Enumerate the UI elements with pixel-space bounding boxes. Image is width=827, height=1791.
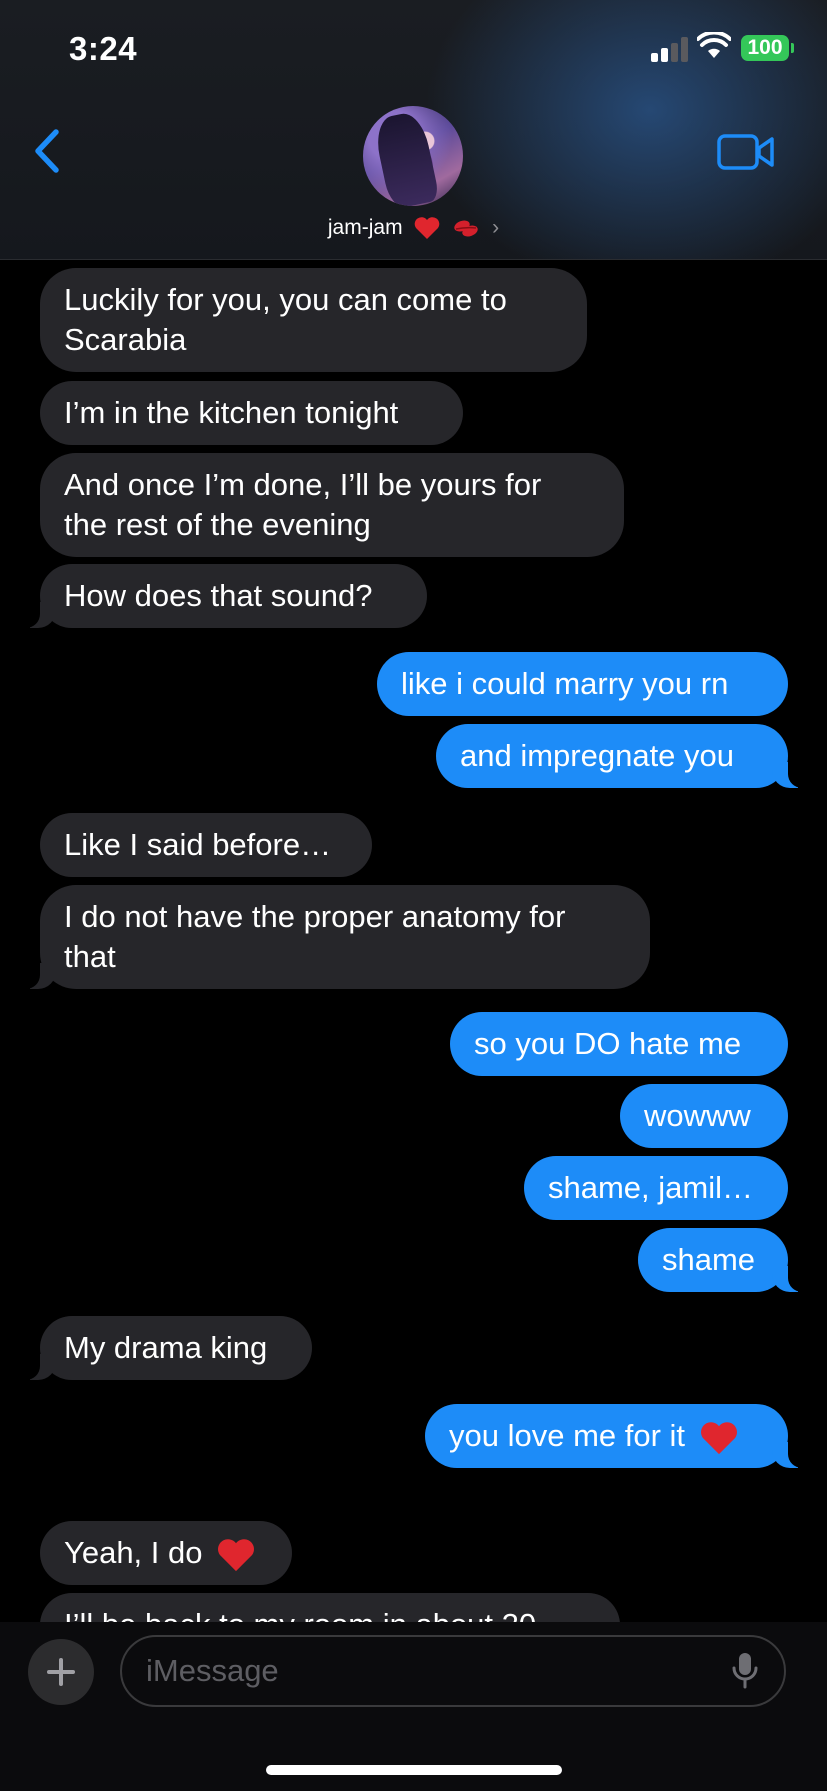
message-bubble-incoming[interactable]: Luckily for you, you can come to Scarabi… xyxy=(40,268,587,372)
message-line: shame xyxy=(662,1242,756,1277)
message-bubble-incoming[interactable]: How does that sound? xyxy=(18,564,427,628)
message-bubble-incoming[interactable]: And once I’m done, I’ll be yours for the… xyxy=(40,453,624,557)
message-line: My drama king xyxy=(64,1330,268,1365)
message-line: Yeah, I do xyxy=(64,1533,268,1573)
message-bubble-outgoing[interactable]: like i could marry you rn xyxy=(377,652,788,716)
message-line: And once I’m done, I’ll be yours for xyxy=(64,467,542,502)
message-text: Yeah, I do xyxy=(64,1535,203,1570)
message-bubble-incoming[interactable]: I’m in the kitchen tonight xyxy=(40,381,463,445)
contact-name: jam-jam xyxy=(327,216,403,239)
message-line: How does that sound? xyxy=(64,578,373,613)
avatar-hair xyxy=(371,109,441,206)
heart-emoji-icon xyxy=(218,1539,255,1571)
message-bubble-incoming[interactable]: Like I said before… xyxy=(40,813,372,877)
message-line: that xyxy=(64,939,116,974)
back-chevron-icon[interactable] xyxy=(28,126,68,176)
battery-tip xyxy=(791,43,794,53)
message-bubble-outgoing[interactable]: so you DO hate me xyxy=(450,1012,788,1076)
message-text: you love me for it xyxy=(449,1418,686,1453)
imessage-input[interactable]: iMessage xyxy=(120,1635,786,1707)
message-line: wowww xyxy=(644,1098,751,1133)
message-line: I’m in the kitchen tonight xyxy=(64,395,399,430)
plus-icon[interactable] xyxy=(28,1639,94,1705)
message-line: and impregnate you xyxy=(460,738,735,773)
message-bubble-outgoing[interactable]: wowww xyxy=(620,1084,788,1148)
heart-emoji-icon xyxy=(415,217,440,240)
message-bubble-outgoing[interactable]: and impregnate you xyxy=(436,724,810,788)
message-bubble-outgoing[interactable]: shame, jamil… xyxy=(524,1156,788,1220)
message-line: Like I said before… xyxy=(64,827,332,862)
contact-name-button[interactable]: jam-jam › xyxy=(0,216,827,240)
message-line: you love me for it xyxy=(449,1416,764,1456)
message-line: so you DO hate me xyxy=(474,1026,742,1061)
battery-indicator: 100 xyxy=(741,35,789,61)
message-line: shame, jamil… xyxy=(548,1170,753,1205)
kiss-mark-emoji-icon xyxy=(454,221,478,237)
microphone-icon[interactable] xyxy=(732,1652,758,1690)
message-bubble-outgoing[interactable]: you love me for it xyxy=(425,1404,810,1468)
message-line: Luckily for you, you can come to xyxy=(64,282,507,317)
video-call-icon[interactable] xyxy=(717,133,775,171)
status-time: 3:24 xyxy=(69,30,138,67)
message-bubble-outgoing[interactable]: shame xyxy=(638,1228,810,1292)
chevron-right-icon: › xyxy=(492,216,500,239)
message-bubble-incoming[interactable]: I do not have the proper anatomy for tha… xyxy=(18,885,650,989)
conversation-header: 3:24 100 jam-jam › xyxy=(0,0,827,260)
message-bubble-incoming[interactable]: My drama king xyxy=(18,1316,312,1380)
message-bubble-incoming[interactable]: Yeah, I do xyxy=(40,1521,292,1585)
heart-emoji-icon xyxy=(700,1422,737,1454)
contact-avatar[interactable] xyxy=(363,106,463,206)
message-line: the rest of the evening xyxy=(64,507,371,542)
message-line: like i could marry you rn xyxy=(401,666,729,701)
message-line: I do not have the proper anatomy for xyxy=(64,899,566,934)
cellular-signal-icon xyxy=(651,36,691,62)
wifi-icon xyxy=(697,32,731,58)
home-indicator[interactable] xyxy=(266,1765,562,1775)
message-line: Scarabia xyxy=(64,322,187,357)
